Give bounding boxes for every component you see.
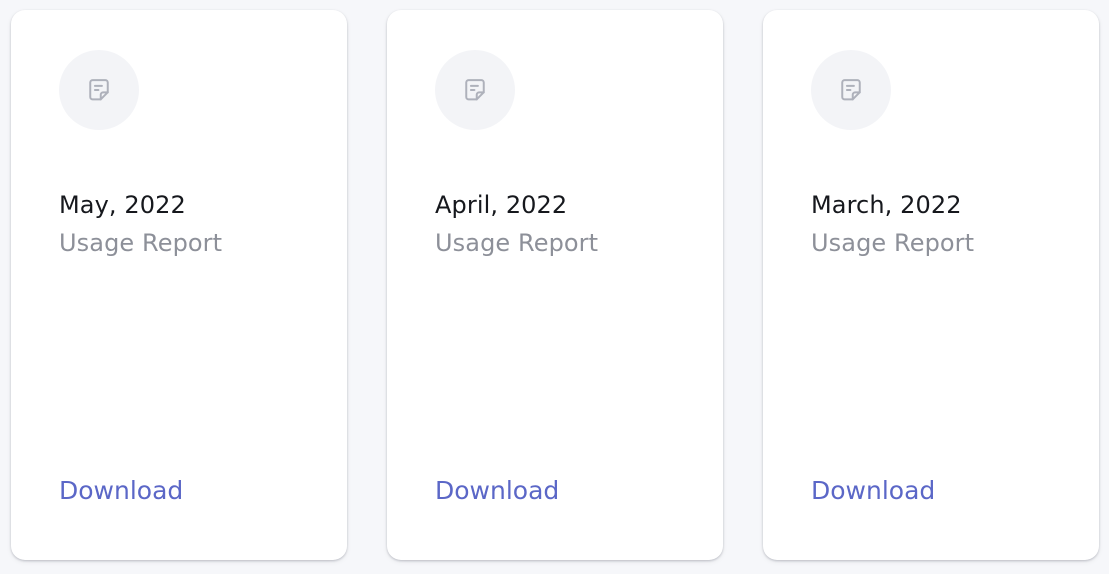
- report-card-may-2022: May, 2022 Usage Report Download: [11, 10, 347, 560]
- report-subtitle: Usage Report: [435, 229, 599, 257]
- note-icon: [841, 79, 861, 101]
- report-subtitle: Usage Report: [811, 229, 975, 257]
- note-icon-container: [811, 50, 891, 130]
- download-link[interactable]: Download: [435, 476, 559, 506]
- report-card-april-2022: April, 2022 Usage Report Download: [387, 10, 723, 560]
- report-subtitle: Usage Report: [59, 229, 223, 257]
- download-link[interactable]: Download: [59, 476, 183, 506]
- download-link[interactable]: Download: [811, 476, 935, 506]
- note-icon-container: [435, 50, 515, 130]
- report-card-list: May, 2022 Usage Report Download April, 2…: [11, 10, 1099, 560]
- report-period: May, 2022: [59, 191, 186, 219]
- report-card-march-2022: March, 2022 Usage Report Download: [763, 10, 1099, 560]
- report-period: March, 2022: [811, 191, 962, 219]
- report-period: April, 2022: [435, 191, 568, 219]
- note-icon: [465, 79, 485, 101]
- note-icon: [89, 79, 109, 101]
- note-icon-container: [59, 50, 139, 130]
